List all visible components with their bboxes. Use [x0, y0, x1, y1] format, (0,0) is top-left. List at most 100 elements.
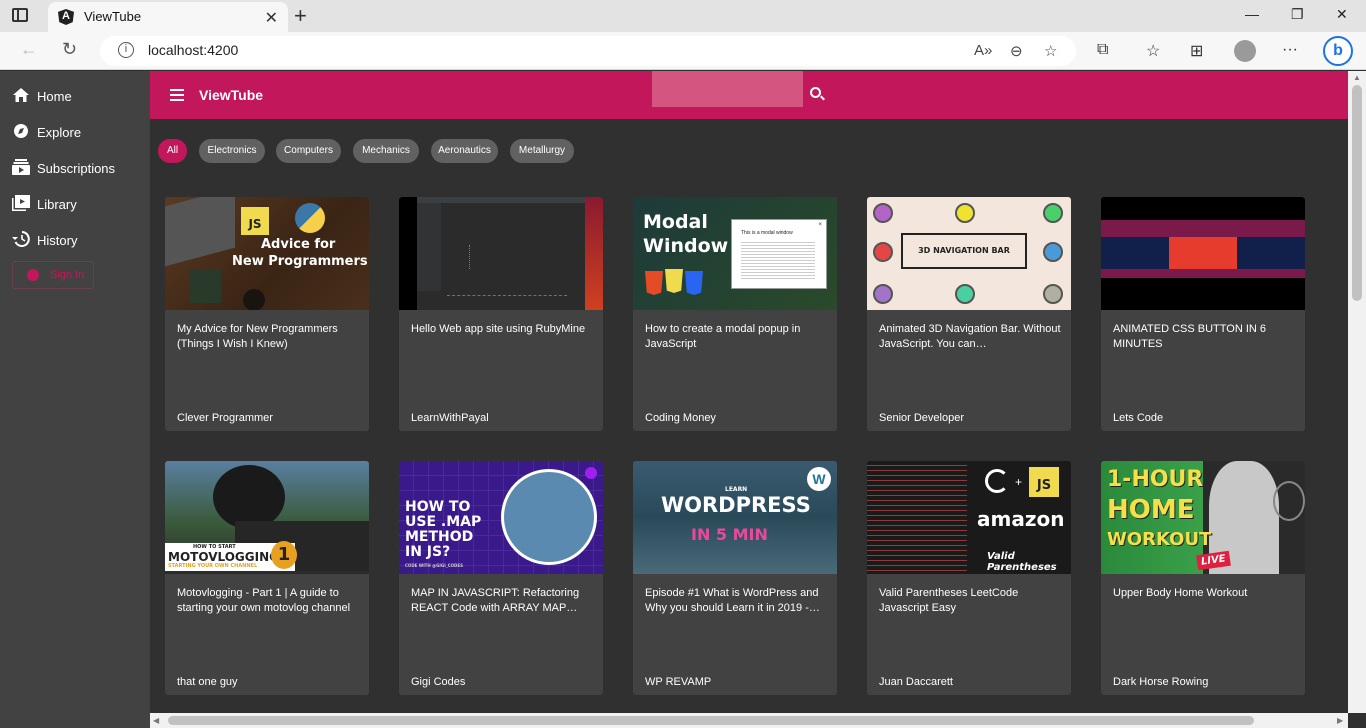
vertical-scroll-thumb[interactable]	[1352, 85, 1362, 301]
video-card[interactable]: HOW TO USE .MAP METHOD IN JS? CODE WITH …	[399, 461, 603, 695]
video-title[interactable]: ANIMATED CSS BUTTON IN 6 MINUTES	[1113, 322, 1295, 352]
thumb-caption: 1-HOUR	[1107, 467, 1204, 492]
menu-icon[interactable]	[170, 89, 184, 101]
video-card[interactable]: 1-HOUR HOME WORKOUT LIVE Upper Body Home…	[1101, 461, 1305, 695]
css3-icon	[685, 271, 703, 295]
channel-name[interactable]: that one guy	[177, 676, 238, 688]
video-card[interactable]: 3D NAVIGATION BAR Animated 3D Navigation…	[867, 197, 1071, 431]
sidebar-item-label: Home	[37, 89, 72, 104]
video-thumbnail[interactable]	[399, 197, 603, 310]
video-card[interactable]: JS Advice for New Programmers My Advice …	[165, 197, 369, 431]
sidebar-item-history[interactable]: History	[12, 225, 142, 253]
angular-favicon-icon	[58, 9, 74, 25]
video-title[interactable]: Upper Body Home Workout	[1113, 586, 1295, 616]
video-card[interactable]: Modal Window This is a modal window × Ho…	[633, 197, 837, 431]
site-info-icon[interactable]: i	[118, 42, 134, 58]
minimize-icon[interactable]: —	[1245, 6, 1259, 22]
horizontal-scrollbar[interactable]: ◀ ▶	[150, 713, 1348, 728]
profile-avatar[interactable]	[1234, 40, 1256, 62]
window-close-icon[interactable]: ✕	[1336, 6, 1348, 23]
scroll-up-icon[interactable]: ▲	[1353, 73, 1361, 82]
reload-icon[interactable]: ↻	[62, 39, 77, 60]
video-card[interactable]: + JS amazon Valid Parentheses Valid Pare…	[867, 461, 1071, 695]
search-input[interactable]	[652, 71, 803, 107]
extensions-icon[interactable]: ⧉	[1097, 41, 1108, 59]
new-tab-icon[interactable]: +	[294, 3, 307, 29]
video-thumbnail[interactable]: + JS amazon Valid Parentheses	[867, 461, 1071, 574]
sidebar-item-library[interactable]: Library	[12, 189, 142, 217]
more-icon[interactable]: ···	[1282, 41, 1298, 59]
chip-all[interactable]: All	[158, 139, 187, 163]
browser-window: ViewTube ✕ + — ❐ ✕ ← ↻ i localhost:4200 …	[0, 0, 1366, 728]
channel-name[interactable]: WP REVAMP	[645, 676, 711, 688]
video-title[interactable]: Valid Parentheses LeetCode Javascript Ea…	[879, 586, 1061, 616]
close-tab-icon[interactable]: ✕	[265, 8, 278, 28]
channel-name[interactable]: LearnWithPayal	[411, 412, 489, 424]
search-icon[interactable]	[810, 87, 821, 98]
ide-screenshot	[417, 197, 585, 310]
video-card[interactable]: Hello Web app site using RubyMine LearnW…	[399, 197, 603, 431]
channel-name[interactable]: Senior Developer	[879, 412, 964, 424]
thumb-caption: IN JS?	[405, 544, 451, 560]
video-thumbnail[interactable]	[1101, 197, 1305, 310]
chip-computers[interactable]: Computers	[276, 139, 341, 163]
sidebar: Home Explore Subscriptions Library Histo…	[0, 71, 150, 728]
chip-mechanics[interactable]: Mechanics	[353, 139, 419, 163]
favorites-icon[interactable]: ☆	[1146, 41, 1160, 61]
thumb-caption: LEARN	[725, 486, 748, 493]
read-aloud-icon[interactable]: A»	[974, 42, 992, 59]
sidebar-item-label: Subscriptions	[37, 161, 116, 176]
collections-icon[interactable]: ⊞	[1190, 41, 1203, 61]
video-card[interactable]: W LEARN WORDPRESS IN 5 MIN Episode #1 Wh…	[633, 461, 837, 695]
thumb-caption: New Programmers	[232, 254, 368, 269]
restore-icon[interactable]: ❐	[1291, 6, 1304, 23]
channel-name[interactable]: Juan Daccarett	[879, 676, 953, 688]
scroll-right-icon[interactable]: ▶	[1337, 716, 1343, 725]
thumb-caption: MOTOVLOGGING	[168, 550, 279, 564]
scroll-left-icon[interactable]: ◀	[153, 716, 159, 725]
channel-name[interactable]: Coding Money	[645, 412, 716, 424]
sidebar-item-subscriptions[interactable]: Subscriptions	[12, 153, 142, 181]
video-thumbnail[interactable]: 3D NAVIGATION BAR	[867, 197, 1071, 310]
add-favorite-icon[interactable]: ☆	[1044, 42, 1057, 60]
video-title[interactable]: How to create a modal popup in JavaScrip…	[645, 322, 827, 352]
chip-electronics[interactable]: Electronics	[199, 139, 265, 163]
video-title[interactable]: MAP IN JAVASCRIPT: Refactoring REACT Cod…	[411, 586, 593, 616]
video-title[interactable]: My Advice for New Programmers (Things I …	[177, 322, 359, 352]
video-thumbnail[interactable]: Modal Window This is a modal window ×	[633, 197, 837, 310]
video-thumbnail[interactable]: HOW TO USE .MAP METHOD IN JS? CODE WITH …	[399, 461, 603, 574]
thumb-caption: WORKOUT	[1107, 529, 1212, 550]
channel-name[interactable]: Clever Programmer	[177, 412, 273, 424]
zoom-out-icon[interactable]: ⊖	[1010, 42, 1023, 60]
video-card[interactable]: ANIMATED CSS BUTTON IN 6 MINUTES Lets Co…	[1101, 197, 1305, 431]
horizontal-scroll-thumb[interactable]	[168, 716, 1254, 725]
desktop-wallpaper	[585, 197, 603, 310]
channel-name[interactable]: Gigi Codes	[411, 676, 465, 688]
sidebar-item-home[interactable]: Home	[12, 81, 142, 109]
browser-tab[interactable]: ViewTube ✕	[48, 2, 288, 32]
bing-icon[interactable]: b	[1323, 36, 1353, 66]
violet-dot-icon	[873, 284, 893, 304]
video-thumbnail[interactable]: W LEARN WORDPRESS IN 5 MIN	[633, 461, 837, 574]
video-title[interactable]: Motovlogging - Part 1 | A guide to start…	[177, 586, 359, 616]
sidebar-item-explore[interactable]: Explore	[12, 117, 142, 145]
video-title[interactable]: Hello Web app site using RubyMine	[411, 322, 593, 352]
part-number-badge: 1	[271, 541, 297, 569]
address-bar[interactable]: i localhost:4200 A» ⊖ ☆	[100, 36, 1076, 66]
video-title[interactable]: Animated 3D Navigation Bar. Without Java…	[879, 322, 1061, 352]
modal-heading: This is a modal window	[741, 230, 793, 236]
sign-in-button[interactable]: Sign In	[12, 261, 94, 289]
video-thumbnail[interactable]: 1-HOUR HOME WORKOUT LIVE	[1101, 461, 1305, 574]
video-title[interactable]: Episode #1 What is WordPress and Why you…	[645, 586, 827, 616]
back-icon[interactable]: ←	[20, 39, 38, 60]
channel-name[interactable]: Lets Code	[1113, 412, 1163, 424]
python-logo-icon	[295, 203, 325, 233]
chip-aeronautics[interactable]: Aeronautics	[431, 139, 498, 163]
video-thumbnail[interactable]: HOW TO START MOTOVLOGGING STARTING YOUR …	[165, 461, 369, 574]
chip-metallurgy[interactable]: Metallurgy	[510, 139, 574, 163]
vertical-scrollbar[interactable]: ▲	[1348, 71, 1366, 713]
channel-name[interactable]: Dark Horse Rowing	[1113, 676, 1208, 688]
video-thumbnail[interactable]: JS Advice for New Programmers	[165, 197, 369, 310]
video-card[interactable]: HOW TO START MOTOVLOGGING STARTING YOUR …	[165, 461, 369, 695]
tab-actions-icon[interactable]	[12, 8, 28, 22]
